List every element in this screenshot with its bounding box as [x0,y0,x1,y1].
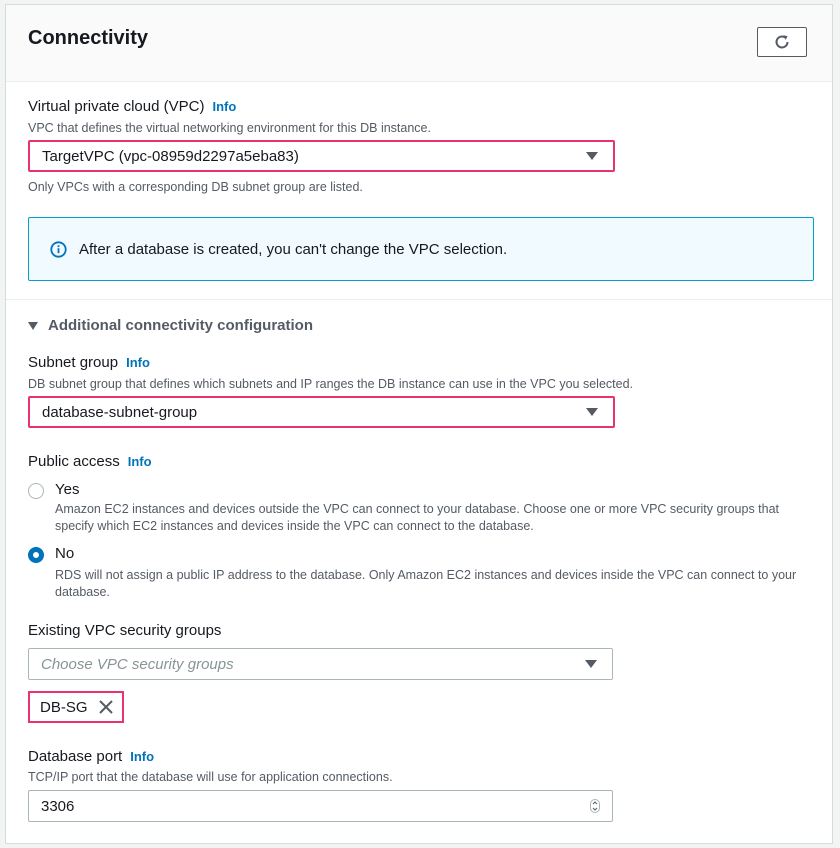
vpc-label-row: Virtual private cloud (VPC) Info [28,98,236,116]
vpc-info-alert: After a database is created, you can't c… [28,217,814,281]
vpc-select[interactable]: TargetVPC (vpc-08959d2297a5eba83) [28,140,615,172]
public-access-yes-label[interactable]: Yes [55,481,79,498]
subnet-label-row: Subnet group Info [28,354,150,372]
vpc-hint: Only VPCs with a corresponding DB subnet… [28,180,363,194]
section-divider [6,299,832,300]
vpc-selected-value: TargetVPC (vpc-08959d2297a5eba83) [42,147,299,165]
refresh-button[interactable] [757,27,807,57]
info-circle-icon [50,240,67,258]
security-groups-select[interactable]: Choose VPC security groups [28,648,613,680]
subnet-select[interactable]: database-subnet-group [28,396,615,428]
spinner-icon[interactable] [590,799,600,813]
subnet-label: Subnet group [28,354,119,371]
public-access-label-row: Public access Info [28,453,152,471]
additional-config-label: Additional connectivity configuration [48,317,314,334]
port-description: TCP/IP port that the database will use f… [28,770,393,784]
refresh-icon [775,35,789,49]
public-access-no-description: RDS will not assign a public IP address … [55,568,797,599]
connectivity-panel: Connectivity Virtual private cloud (VPC)… [5,4,833,844]
public-access-yes-description: Amazon EC2 instances and devices outside… [55,502,780,533]
public-access-label: Public access [28,453,120,470]
port-input[interactable]: 3306 [28,790,613,822]
port-value: 3306 [41,797,75,815]
port-label: Database port [28,748,123,765]
caret-down-icon [586,152,598,160]
public-access-no-radio[interactable] [28,547,44,563]
security-groups-placeholder: Choose VPC security groups [41,655,234,673]
port-info-link[interactable]: Info [130,749,154,764]
security-group-token-label: DB-SG [40,698,88,716]
caret-down-icon [28,321,38,330]
public-access-no-label[interactable]: No [55,545,74,562]
caret-down-icon [585,660,597,668]
vpc-description: VPC that defines the virtual networking … [28,121,431,135]
public-access-yes-radio[interactable] [28,483,44,499]
close-icon[interactable] [98,699,114,715]
subnet-info-link[interactable]: Info [126,355,150,370]
security-group-token: DB-SG [28,691,124,723]
panel-title: Connectivity [28,27,149,49]
caret-down-icon [586,408,598,416]
vpc-info-link[interactable]: Info [212,99,236,114]
panel-header: Connectivity [6,5,832,82]
security-groups-label: Existing VPC security groups [28,622,222,639]
subnet-description: DB subnet group that defines which subne… [28,377,634,391]
public-access-info-link[interactable]: Info [128,454,152,469]
subnet-selected-value: database-subnet-group [42,403,198,421]
alert-text: After a database is created, you can't c… [79,240,508,258]
port-label-row: Database port Info [28,748,154,766]
vpc-label: Virtual private cloud (VPC) [28,98,205,115]
additional-config-expander[interactable]: Additional connectivity configuration [28,317,313,334]
